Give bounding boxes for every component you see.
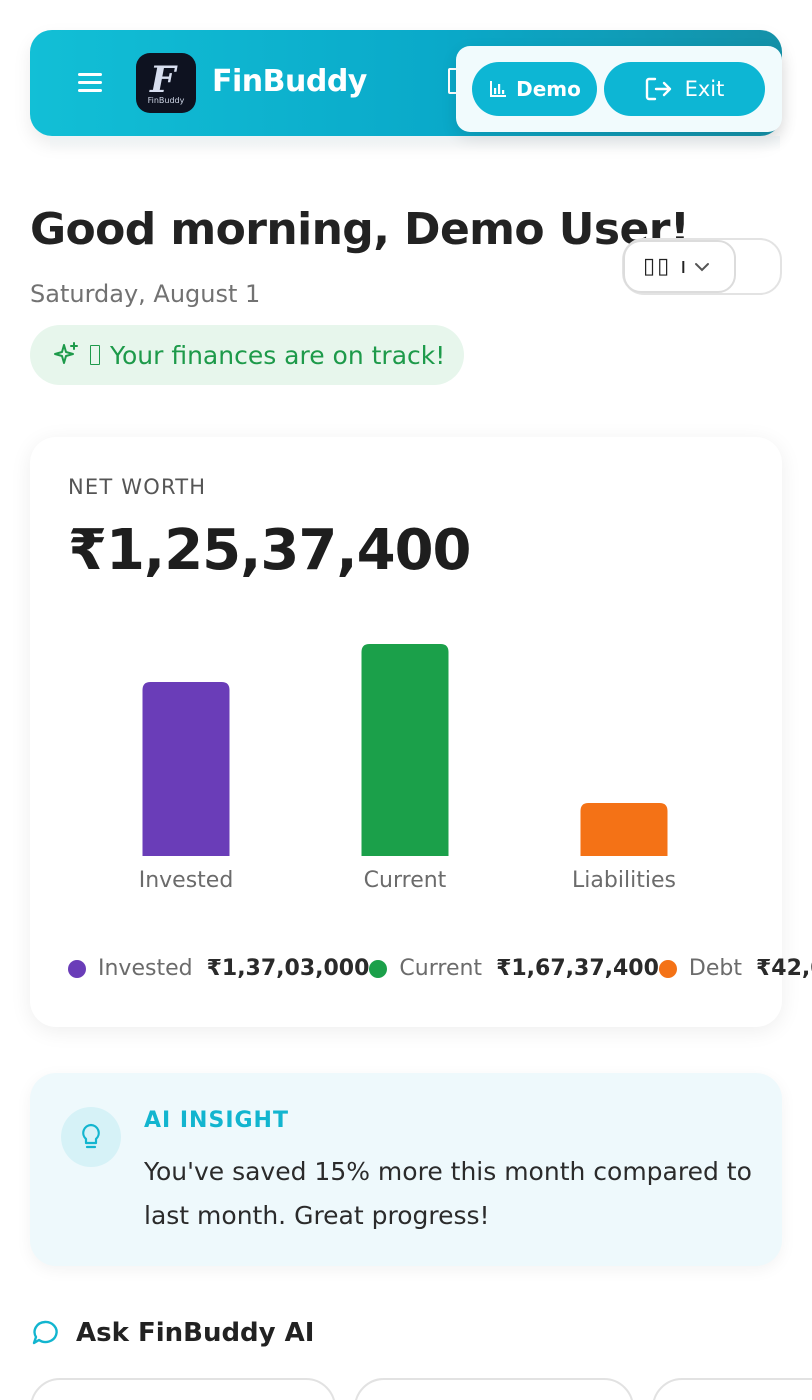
legend-name: Invested bbox=[98, 956, 193, 981]
net-worth-label: NET WORTH bbox=[68, 475, 207, 499]
brand-logo: F FinBuddy bbox=[136, 53, 196, 113]
ask-section-header: Ask FinBuddy AI bbox=[30, 1318, 314, 1348]
suggestion-chip[interactable] bbox=[652, 1378, 812, 1400]
legend-dot bbox=[68, 959, 86, 978]
page-title: Good morning, Demo User! bbox=[30, 204, 690, 255]
chat-bubble-icon bbox=[32, 1320, 58, 1345]
missing-glyph-icon bbox=[90, 345, 100, 365]
exit-button-label: Exit bbox=[684, 77, 725, 101]
x-tick-label: Current bbox=[364, 868, 447, 893]
brand-name: FinBuddy bbox=[212, 64, 367, 99]
legend-value: ₹1,37,03,000 bbox=[206, 956, 370, 981]
legend-item: Invested ₹1,37,03,000 bbox=[68, 956, 369, 981]
status-badge: Your finances are on track! bbox=[30, 325, 464, 385]
language-select[interactable]: ▯▯ ı bbox=[623, 240, 736, 293]
legend-dot bbox=[369, 959, 388, 978]
demo-button-label: Demo bbox=[516, 77, 581, 101]
chart-legend: Invested ₹1,37,03,000 Current ₹1,67,37,400 D… bbox=[68, 956, 812, 986]
bar-liabilities bbox=[580, 803, 668, 856]
bar-current bbox=[361, 644, 449, 856]
menu-icon[interactable] bbox=[78, 71, 104, 93]
insight-title: AI INSIGHT bbox=[144, 1108, 289, 1133]
sparkles-icon bbox=[54, 342, 78, 364]
legend-dot bbox=[658, 959, 677, 978]
legend-value: ₹42,00,000 bbox=[755, 956, 812, 981]
ask-title: Ask FinBuddy AI bbox=[76, 1318, 315, 1348]
bar-chart-icon bbox=[490, 81, 507, 97]
insight-text: You've saved 15% more this month compare… bbox=[144, 1157, 752, 1230]
logout-icon bbox=[645, 77, 671, 101]
legend-name: Debt bbox=[688, 956, 742, 981]
lightbulb-icon bbox=[82, 1123, 100, 1149]
bar-invested bbox=[142, 682, 230, 856]
chevron-down-icon bbox=[695, 262, 710, 271]
demo-button[interactable]: Demo bbox=[472, 62, 597, 116]
header-shadow bbox=[50, 136, 780, 152]
x-tick-label: Liabilities bbox=[572, 868, 676, 893]
legend-item: Current ₹1,67,37,400 bbox=[369, 956, 659, 981]
language-value: ▯▯ ı bbox=[643, 254, 689, 279]
net-worth-value: ₹1,25,37,400 bbox=[68, 518, 472, 583]
insight-icon-badge bbox=[61, 1107, 121, 1167]
exit-button[interactable]: Exit bbox=[604, 62, 765, 116]
logo-caption: FinBuddy bbox=[147, 96, 185, 105]
legend-name: Current bbox=[399, 956, 483, 981]
legend-value: ₹1,67,37,400 bbox=[496, 956, 659, 981]
current-date: Saturday, August 1 bbox=[30, 280, 261, 308]
net-worth-chart: Invested Current Liabilities bbox=[139, 644, 676, 893]
x-tick-label: Invested bbox=[139, 868, 234, 893]
suggestion-chip[interactable] bbox=[30, 1378, 336, 1400]
legend-item: Debt ₹42,00,000 bbox=[658, 956, 812, 981]
suggestion-chip[interactable] bbox=[354, 1378, 634, 1400]
logo-mark-icon: F bbox=[150, 59, 176, 101]
status-text: Your finances are on track! bbox=[110, 340, 446, 370]
